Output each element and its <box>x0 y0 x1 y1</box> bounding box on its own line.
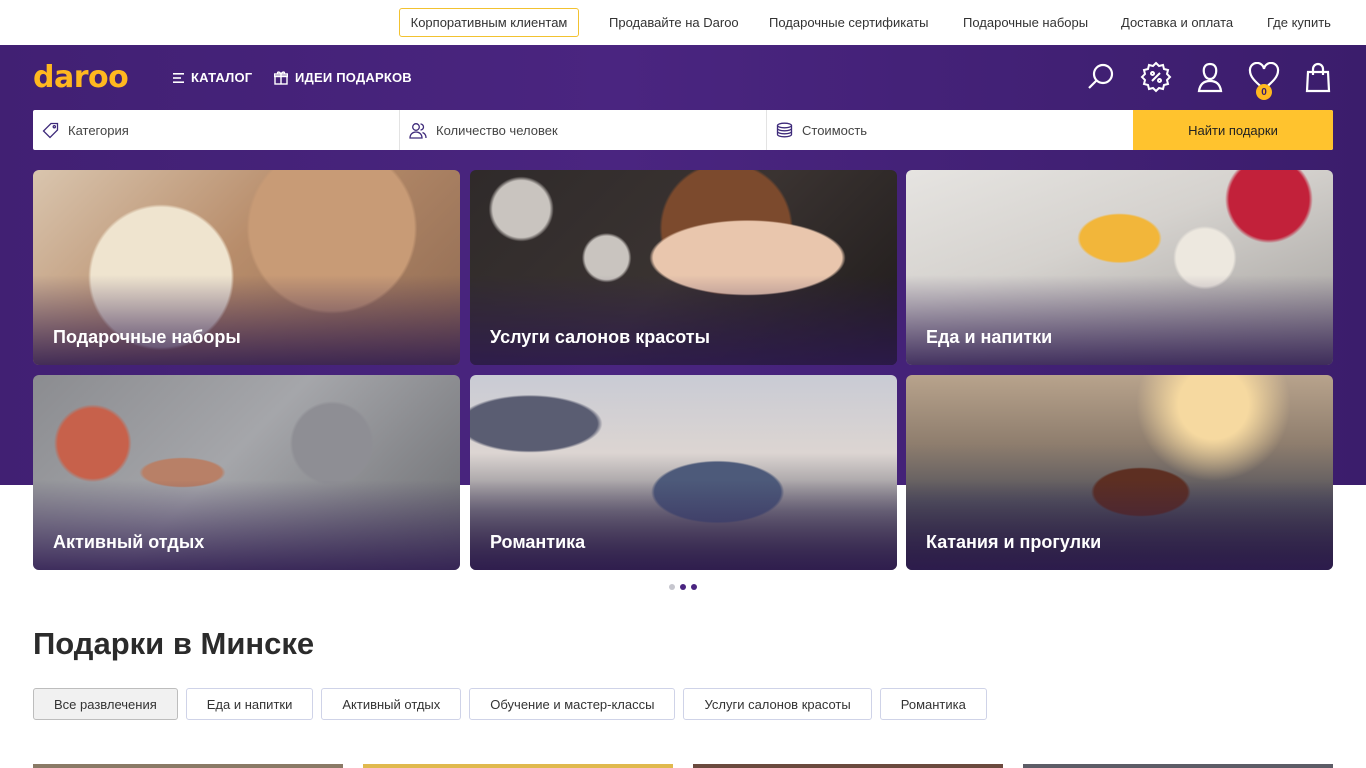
discounts-button[interactable] <box>1139 60 1173 94</box>
category-card-romance[interactable]: Романтика <box>470 375 897 570</box>
card-shade <box>470 480 897 570</box>
bag-icon <box>1305 62 1331 93</box>
category-card-rides[interactable]: Катания и прогулки <box>906 375 1333 570</box>
filter-active[interactable]: Активный отдых <box>321 688 462 720</box>
daroo-logo[interactable]: daroo <box>33 60 129 95</box>
category-card-beauty[interactable]: Услуги салонов красоты <box>470 170 897 365</box>
menu-icon <box>173 72 184 83</box>
discount-icon <box>1140 61 1172 93</box>
gift-certificates-link[interactable]: Подарочные сертификаты <box>769 15 928 30</box>
tag-icon <box>42 122 59 138</box>
category-card-active[interactable]: Активный отдых <box>33 375 460 570</box>
filter-chips: Все развлечения Еда и напитки Активный о… <box>33 688 987 720</box>
category-card-gift-sets[interactable]: Подарочные наборы <box>33 170 460 365</box>
gift-icon <box>274 70 288 85</box>
people-count-field[interactable]: Количество человек <box>400 110 767 150</box>
category-card-label: Услуги салонов красоты <box>490 327 710 347</box>
carousel-dot-2[interactable] <box>680 584 686 590</box>
corporate-clients-link[interactable]: Корпоративным клиентам <box>399 8 579 37</box>
favorites-count-badge: 0 <box>1256 84 1272 100</box>
price-field[interactable]: Стоимость <box>767 110 1133 150</box>
find-gifts-button[interactable]: Найти подарки <box>1133 110 1333 150</box>
sell-on-daroo-link[interactable]: Продавайте на Daroo <box>609 15 739 30</box>
filter-beauty[interactable]: Услуги салонов красоты <box>683 688 872 720</box>
gift-search-bar: Категория Количество человек Стоимость Н… <box>33 110 1333 150</box>
category-card-label: Активный отдых <box>53 532 205 552</box>
product-thumbnail[interactable] <box>1023 764 1333 768</box>
product-thumbnail[interactable] <box>693 764 1003 768</box>
account-button[interactable] <box>1193 60 1227 94</box>
category-card-label: Подарочные наборы <box>53 327 241 347</box>
delivery-payment-link[interactable]: Доставка и оплата <box>1121 15 1233 30</box>
price-label: Стоимость <box>802 122 868 138</box>
filter-education[interactable]: Обучение и мастер-классы <box>469 688 676 720</box>
coins-icon <box>776 122 793 137</box>
category-card-label: Еда и напитки <box>926 327 1053 347</box>
category-field[interactable]: Категория <box>33 110 400 150</box>
filter-all[interactable]: Все развлечения <box>33 688 178 720</box>
section-title: Подарки в Минске <box>33 626 315 661</box>
card-shade <box>906 480 1333 570</box>
card-shade <box>906 275 1333 365</box>
catalog-label: КАТАЛОГ <box>191 70 253 85</box>
category-card-label: Романтика <box>490 532 586 552</box>
card-shade <box>33 480 460 570</box>
card-shade <box>33 275 460 365</box>
top-utility-bar: Корпоративным клиентам Продавайте на Dar… <box>0 0 1366 45</box>
card-shade <box>470 275 897 365</box>
product-thumbnail[interactable] <box>363 764 673 768</box>
carousel-dot-1[interactable] <box>669 584 675 590</box>
where-to-buy-link[interactable]: Где купить <box>1267 15 1331 30</box>
gift-ideas-label: ИДЕИ ПОДАРКОВ <box>295 70 412 85</box>
catalog-menu[interactable]: КАТАЛОГ <box>173 70 252 85</box>
gift-sets-link[interactable]: Подарочные наборы <box>963 15 1088 30</box>
category-card-food[interactable]: Еда и напитки <box>906 170 1333 365</box>
cart-button[interactable] <box>1301 60 1335 94</box>
filter-romance[interactable]: Романтика <box>879 688 987 720</box>
category-card-label: Катания и прогулки <box>926 532 1102 552</box>
category-label: Категория <box>68 122 129 138</box>
product-thumbnail[interactable] <box>33 764 343 768</box>
carousel-dot-3[interactable] <box>691 584 697 590</box>
search-icon <box>1088 63 1114 89</box>
gift-ideas-menu[interactable]: ИДЕИ ПОДАРКОВ <box>274 70 412 85</box>
user-icon <box>1197 62 1223 93</box>
people-count-label: Количество человек <box>436 122 558 138</box>
people-icon <box>409 122 427 139</box>
filter-food[interactable]: Еда и напитки <box>185 688 314 720</box>
search-button[interactable] <box>1084 60 1118 94</box>
